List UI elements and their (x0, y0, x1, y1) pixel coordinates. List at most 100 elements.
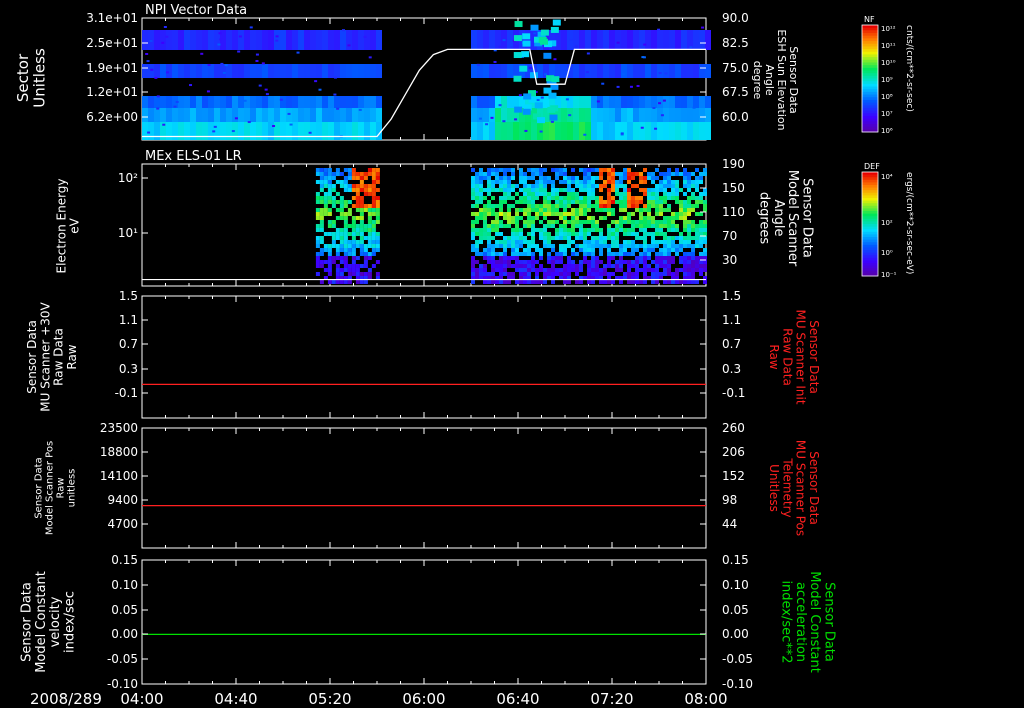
els-cell (371, 252, 376, 256)
els-cell (547, 196, 551, 200)
npi-plume (543, 52, 552, 59)
els-cell (519, 232, 523, 236)
els-cell (371, 184, 376, 188)
els-cell (339, 200, 344, 204)
npi-speckle (347, 44, 351, 47)
els-cell (319, 172, 324, 176)
els-cell (331, 184, 336, 188)
els-cell (667, 256, 671, 260)
els-cell (663, 196, 667, 200)
npi-cell (232, 64, 238, 78)
npi-speckle (569, 38, 573, 41)
els-cell (523, 240, 527, 244)
els-cell (367, 244, 372, 248)
els-cell (687, 272, 691, 276)
els-cell (587, 220, 591, 224)
els-cell (651, 248, 655, 252)
els-cell (551, 220, 555, 224)
npi-cell (346, 108, 352, 122)
els-cell (511, 244, 515, 248)
npi-cell (489, 122, 495, 140)
npi-cell (687, 122, 693, 140)
els-cell (527, 248, 531, 252)
npi-cell (334, 64, 340, 78)
els-cell (355, 268, 360, 272)
els-cell (499, 176, 503, 180)
els-cell (335, 272, 340, 276)
panel-1-right-ylabel-line: Sensor Data (787, 46, 800, 113)
els-cell (683, 192, 687, 196)
npi-cell (615, 30, 621, 50)
els-cell (595, 200, 599, 204)
npi-cell (669, 96, 675, 108)
els-cell (527, 240, 531, 244)
els-cell (359, 172, 364, 176)
els-cell (471, 196, 475, 200)
els-cell (587, 244, 591, 248)
els-cell (655, 252, 659, 256)
els-cell (527, 204, 531, 208)
els-cell (603, 200, 607, 204)
els-cell (523, 200, 527, 204)
els-cell (551, 264, 555, 268)
els-cell (663, 232, 667, 236)
els-cell (671, 172, 675, 176)
npi-speckle (528, 66, 532, 69)
els-cell (627, 264, 631, 268)
els-cell (655, 176, 659, 180)
els-cell (347, 244, 352, 248)
els-cell (543, 200, 547, 204)
els-cell (543, 208, 547, 212)
els-cell (583, 244, 587, 248)
els-cell (355, 172, 360, 176)
els-cell (539, 192, 543, 196)
els-cell (547, 220, 551, 224)
els-cell (675, 168, 679, 172)
els-cell (479, 240, 483, 244)
npi-speckle (264, 88, 268, 91)
els-cell (511, 188, 515, 192)
els-cell (367, 204, 372, 208)
els-cell (507, 184, 511, 188)
els-cell (687, 184, 691, 188)
els-cell (683, 216, 687, 220)
els-cell (527, 192, 531, 196)
npi-cell (142, 108, 148, 122)
npi-cell (549, 122, 555, 140)
els-cell (607, 272, 611, 276)
els-cell (511, 228, 515, 232)
npi-cell (346, 122, 352, 140)
panel-3-ylabel-line: Raw Data (52, 328, 66, 386)
els-cell (327, 196, 332, 200)
npi-cell (274, 108, 280, 122)
panel-5-ylabel-line: Sensor Data (20, 582, 35, 662)
npi-speckle (641, 56, 645, 59)
els-cell (539, 172, 543, 176)
els-cell (555, 188, 559, 192)
els-cell (603, 240, 607, 244)
els-cell (667, 236, 671, 240)
els-cell (323, 260, 328, 264)
els-cell (583, 232, 587, 236)
els-cell (563, 224, 567, 228)
els-cell (547, 236, 551, 240)
els-cell (567, 212, 571, 216)
els-cell (587, 184, 591, 188)
els-cell (551, 268, 555, 272)
npi-speckle (543, 73, 547, 76)
els-cell (675, 268, 679, 272)
npi-cell (579, 108, 585, 122)
els-cell (675, 216, 679, 220)
npi-speckle (308, 131, 312, 134)
els-cell (579, 184, 583, 188)
els-cell (531, 176, 535, 180)
npi-cell (693, 108, 699, 122)
els-cell (355, 272, 360, 276)
npi-cell (645, 64, 651, 78)
npi-cell (232, 108, 238, 122)
els-cell (619, 220, 623, 224)
els-cell (583, 188, 587, 192)
els-cell (615, 268, 619, 272)
els-cell (663, 216, 667, 220)
els-cell (363, 244, 368, 248)
